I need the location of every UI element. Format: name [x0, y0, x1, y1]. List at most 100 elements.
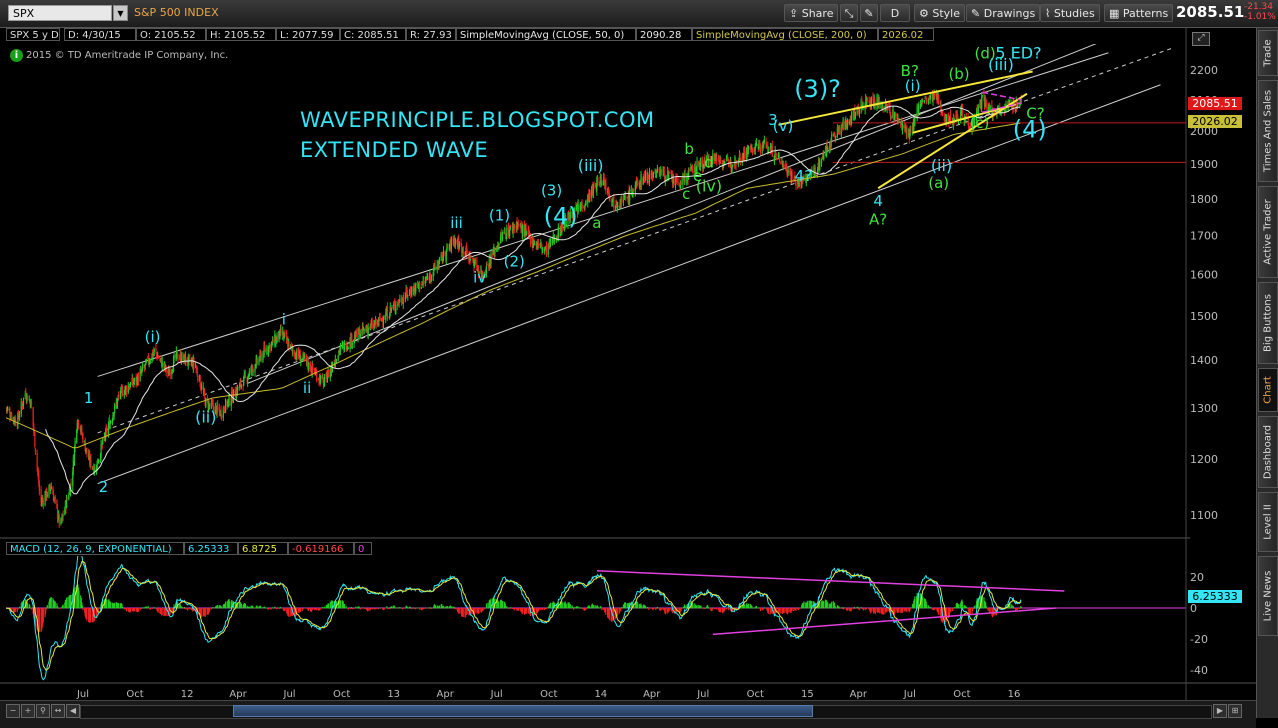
macd-histogram-bar [376, 608, 377, 609]
candle-body [130, 383, 131, 387]
channel-line[interactable] [247, 9, 1183, 384]
scroll-left-icon[interactable]: ◀ [66, 704, 80, 718]
macd-histogram-bar [1013, 606, 1014, 608]
macd-histogram-bar [958, 604, 959, 608]
tab-label: Live News [1263, 571, 1274, 622]
price-tick-label: 1800 [1190, 193, 1218, 206]
candle-body [27, 396, 28, 401]
tab-chart[interactable]: Chart [1258, 368, 1278, 412]
candle-body [768, 151, 769, 152]
macd-histogram-bar [744, 605, 745, 609]
tab-big-buttons[interactable]: Big Buttons [1258, 282, 1278, 364]
last-price-tag: 2085.51 [1188, 97, 1242, 110]
scroll-right-icon[interactable]: ▶ [1213, 704, 1227, 718]
candle-body [756, 142, 757, 145]
macd-histogram-bar [459, 608, 460, 613]
candle-body [895, 113, 896, 116]
candle-body [249, 371, 250, 376]
macd-histogram-bar [146, 607, 147, 609]
tab-level-ii[interactable]: Level II [1258, 492, 1278, 552]
tab-dashboard[interactable]: Dashboard [1258, 416, 1278, 488]
wave-label: 1 [84, 389, 94, 407]
wave-label: (ii) [195, 408, 216, 427]
candle-body [201, 386, 202, 389]
tab-active-trader[interactable]: Active Trader [1258, 186, 1278, 278]
macd-histogram-bar [463, 608, 464, 617]
scrollbar-thumb[interactable] [233, 705, 813, 717]
candle-body [720, 160, 721, 164]
macd-histogram-bar [728, 608, 729, 610]
candle-body [501, 233, 502, 235]
candle-body [641, 176, 642, 185]
candle-body [134, 378, 135, 381]
macd-histogram-bar [304, 608, 305, 609]
fit-icon[interactable]: ↔ [51, 704, 65, 718]
tab-trade[interactable]: Trade [1258, 30, 1278, 76]
candle-body [15, 420, 16, 425]
macd-histogram-bar [447, 606, 448, 608]
candle-body [229, 397, 230, 406]
macd-histogram-bar [407, 607, 408, 608]
magnify-icon[interactable]: ⚲ [36, 704, 50, 718]
macd-histogram-bar [661, 608, 662, 610]
macd-histogram-bar [134, 608, 135, 611]
channel-line[interactable] [98, 53, 1109, 377]
zoom-range-icon[interactable]: ⊞ [1228, 704, 1242, 718]
candle-body [284, 332, 285, 334]
macd-histogram-bar [245, 604, 246, 608]
candle-body [546, 245, 547, 253]
candle-body [645, 173, 646, 181]
candle-body [280, 329, 281, 334]
macd-histogram-bar [158, 608, 159, 613]
candle-body [90, 457, 91, 467]
zoom-in-icon[interactable]: + [21, 704, 35, 718]
triangle-trendline[interactable] [982, 92, 1021, 100]
candle-body [471, 256, 472, 258]
time-tick-label: Apr [850, 689, 868, 700]
macd-histogram-bar [47, 605, 48, 608]
candle-body [105, 430, 106, 440]
candle-body [469, 255, 470, 262]
macd-avg-line[interactable] [6, 561, 1021, 670]
candle-body [197, 371, 198, 375]
macd-label[interactable]: MACD (12, 26, 9, EXPONENTIAL) [6, 542, 184, 555]
macd-histogram-bar [110, 602, 111, 608]
zoom-out-icon[interactable]: − [6, 704, 20, 718]
sma50-line[interactable] [46, 106, 1021, 494]
candle-body [43, 500, 44, 504]
candle-body [585, 203, 586, 204]
candle-body [340, 346, 341, 351]
macd-histogram-bar [696, 605, 697, 609]
candle-body [867, 99, 868, 101]
price-tick-label: 1400 [1190, 354, 1218, 367]
tab-times-and-sales[interactable]: Times And Sales [1258, 80, 1278, 182]
candle-body [257, 359, 258, 363]
macd-value-line[interactable] [6, 552, 1021, 680]
candle-body [150, 361, 151, 363]
wave-label: (3) [541, 181, 562, 199]
macd-histogram-bar [760, 608, 761, 611]
macd-histogram-bar [795, 608, 796, 611]
time-tick-label: 16 [1008, 689, 1021, 700]
macd-trendline[interactable] [597, 571, 1064, 591]
macd-histogram-bar [138, 608, 139, 612]
tab-live-news[interactable]: Live News [1258, 556, 1278, 636]
sma200-line[interactable] [6, 123, 1020, 448]
price-chart[interactable]: 12(i)(ii)iiiiiiiv(1)(2)(3)(4)(iii)abcde(… [0, 0, 1256, 700]
macd-histogram-bar [344, 604, 345, 608]
candle-body [265, 349, 266, 352]
candle-body [11, 414, 12, 420]
macd-histogram-bar [360, 608, 361, 609]
macd-histogram-bar [950, 608, 951, 612]
macd-histogram-bar [82, 605, 83, 608]
channel-line[interactable] [98, 85, 1161, 484]
candle-body [51, 487, 52, 489]
candle-body [23, 398, 24, 404]
macd-histogram-bar [542, 608, 543, 610]
candle-body [542, 247, 543, 250]
candle-body [792, 173, 793, 178]
candle-body [649, 172, 650, 181]
candle-body [387, 317, 388, 318]
macd-histogram-bar [716, 608, 717, 610]
macd-histogram-bar [788, 608, 789, 613]
